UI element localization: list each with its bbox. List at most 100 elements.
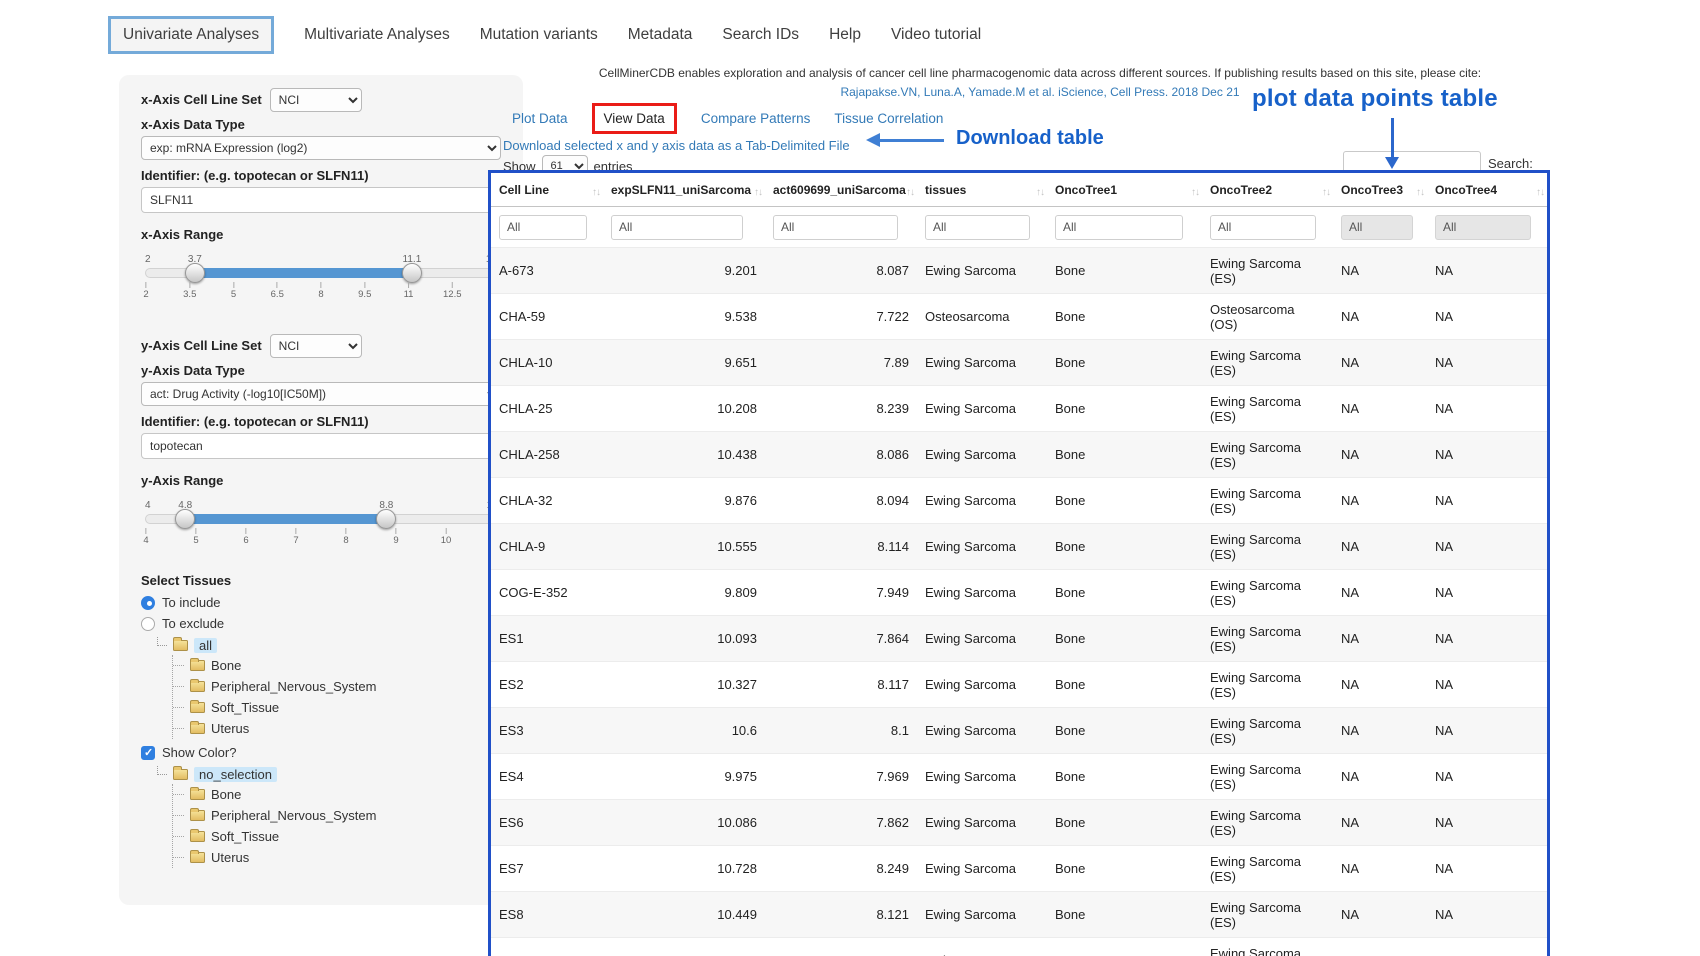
column-filter-oncotree1[interactable]: [1055, 215, 1183, 240]
nav-tab-univariate-analyses[interactable]: Univariate Analyses: [108, 16, 274, 54]
column-label: expSLFN11_uniSarcoma: [611, 183, 751, 197]
cell-tissues: Ewing Sarcoma: [917, 892, 1047, 938]
tree-node-peripheral-nervous-system[interactable]: Peripheral_Nervous_System: [173, 676, 501, 697]
x-axis-cell-line-set-select[interactable]: NCI: [270, 88, 362, 112]
tree-node-uterus[interactable]: Uterus: [173, 847, 501, 868]
column-filter-oncotree4[interactable]: [1435, 215, 1531, 240]
x-axis-data-type-select[interactable]: exp: mRNA Expression (log2): [141, 136, 501, 160]
cell-act609699-unisarcoma: 8.121: [765, 892, 917, 938]
table-row-ew8[interactable]: EW89.6778.082Ewing SarcomaBoneEwing Sarc…: [491, 938, 1547, 956]
column-filter-cell-line[interactable]: [499, 215, 587, 240]
column-header-oncotree4[interactable]: OncoTree4↑↓: [1427, 173, 1547, 207]
table-row-es2[interactable]: ES210.3278.117Ewing SarcomaBoneEwing Sar…: [491, 662, 1547, 708]
radio-unselected-icon[interactable]: [141, 617, 155, 631]
table-row-es7[interactable]: ES710.7288.249Ewing SarcomaBoneEwing Sar…: [491, 846, 1547, 892]
sort-icon[interactable]: ↑↓: [592, 185, 600, 200]
cell-tissues: Ewing Sarcoma: [917, 432, 1047, 478]
cell-tissues: Ewing Sarcoma: [917, 478, 1047, 524]
table-row-es8[interactable]: ES810.4498.121Ewing SarcomaBoneEwing Sar…: [491, 892, 1547, 938]
column-header-cell-line[interactable]: Cell Line↑↓: [491, 173, 603, 207]
column-header-act609699-unisarcoma[interactable]: act609699_uniSarcoma↑↓: [765, 173, 917, 207]
tree-node-no-selection[interactable]: no_selection: [157, 764, 501, 784]
cell-oncotree2: Ewing Sarcoma (ES): [1202, 248, 1333, 294]
column-header-tissues[interactable]: tissues↑↓: [917, 173, 1047, 207]
tree-node-soft-tissue[interactable]: Soft_Tissue: [173, 697, 501, 718]
nav-tab-search-ids[interactable]: Search IDs: [722, 26, 799, 44]
cell-oncotree1: Bone: [1047, 892, 1202, 938]
tree-node-peripheral-nervous-system[interactable]: Peripheral_Nervous_System: [173, 805, 501, 826]
tab-compare-patterns[interactable]: Compare Patterns: [701, 111, 811, 126]
column-filter-tissues[interactable]: [925, 215, 1030, 240]
nav-tab-mutation-variants[interactable]: Mutation variants: [480, 26, 598, 44]
column-header-oncotree2[interactable]: OncoTree2↑↓: [1202, 173, 1333, 207]
tab-plot-data[interactable]: Plot Data: [512, 111, 568, 126]
nav-tab-help[interactable]: Help: [829, 26, 861, 44]
slider-handle-high[interactable]: [376, 509, 396, 529]
cell-oncotree3: NA: [1333, 478, 1427, 524]
x-axis-identifier-input[interactable]: [141, 187, 501, 213]
cell-act609699-unisarcoma: 8.087: [765, 248, 917, 294]
sort-icon[interactable]: ↑↓: [1416, 185, 1424, 200]
tree-node-soft-tissue[interactable]: Soft_Tissue: [173, 826, 501, 847]
tab-tissue-correlation[interactable]: Tissue Correlation: [834, 111, 943, 126]
table-filter-row: [491, 207, 1547, 248]
column-header-oncotree1[interactable]: OncoTree1↑↓: [1047, 173, 1202, 207]
table-row-a-673[interactable]: A-6739.2018.087Ewing SarcomaBoneEwing Sa…: [491, 248, 1547, 294]
sort-icon[interactable]: ↑↓: [1322, 185, 1330, 200]
sort-icon[interactable]: ↑↓: [754, 185, 762, 200]
table-row-chla-10[interactable]: CHLA-109.6517.89Ewing SarcomaBoneEwing S…: [491, 340, 1547, 386]
sort-icon[interactable]: ↑↓: [906, 185, 914, 200]
tree-connector: [173, 707, 184, 708]
sort-icon[interactable]: ↑↓: [1036, 185, 1044, 200]
nav-tab-metadata[interactable]: Metadata: [628, 26, 693, 44]
tree-node-all[interactable]: all: [157, 635, 501, 655]
column-filter-oncotree2[interactable]: [1210, 215, 1316, 240]
sort-icon[interactable]: ↑↓: [1536, 185, 1544, 200]
tissues-include-option[interactable]: To include: [141, 595, 501, 610]
slider-handle-low[interactable]: [185, 263, 205, 283]
cell-expslfn11-unisarcoma: 10.327: [603, 662, 765, 708]
column-header-expslfn11-unisarcoma[interactable]: expSLFN11_uniSarcoma↑↓: [603, 173, 765, 207]
table-row-es1[interactable]: ES110.0937.864Ewing SarcomaBoneEwing Sar…: [491, 616, 1547, 662]
nav-tab-multivariate-analyses[interactable]: Multivariate Analyses: [304, 26, 450, 44]
slider-handle-low[interactable]: [175, 509, 195, 529]
checkbox-checked-icon[interactable]: [141, 746, 155, 760]
nav-tab-video-tutorial[interactable]: Video tutorial: [891, 26, 981, 44]
tree-node-bone[interactable]: Bone: [173, 655, 501, 676]
table-row-es4[interactable]: ES49.9757.969Ewing SarcomaBoneEwing Sarc…: [491, 754, 1547, 800]
y-axis-identifier-input[interactable]: [141, 433, 501, 459]
table-row-chla-25[interactable]: CHLA-2510.2088.239Ewing SarcomaBoneEwing…: [491, 386, 1547, 432]
slider-tick-grid: 23.556.589.51112.514: [146, 282, 496, 304]
cell-act609699-unisarcoma: 8.239: [765, 386, 917, 432]
tree-node-uterus[interactable]: Uterus: [173, 718, 501, 739]
tree-node-label[interactable]: all: [194, 638, 217, 653]
table-row-es3[interactable]: ES310.68.1Ewing SarcomaBoneEwing Sarcoma…: [491, 708, 1547, 754]
table-row-chla-32[interactable]: CHLA-329.8768.094Ewing SarcomaBoneEwing …: [491, 478, 1547, 524]
download-data-link[interactable]: Download selected x and y axis data as a…: [503, 138, 850, 153]
y-axis-data-type-select[interactable]: act: Drug Activity (-log10[IC50M]): [141, 382, 501, 406]
table-row-chla-9[interactable]: CHLA-910.5558.114Ewing SarcomaBoneEwing …: [491, 524, 1547, 570]
citation-text: CellMinerCDB enables exploration and ana…: [500, 66, 1580, 80]
sort-icon[interactable]: ↑↓: [1191, 185, 1199, 200]
table-row-cha-59[interactable]: CHA-599.5387.722OsteosarcomaBoneOsteosar…: [491, 294, 1547, 340]
filter-cell: [1047, 207, 1202, 248]
cell-oncotree4: NA: [1427, 662, 1547, 708]
y-axis-cell-line-set-select[interactable]: NCI: [270, 334, 362, 358]
show-color-option[interactable]: Show Color?: [141, 745, 501, 760]
cell-oncotree3: NA: [1333, 386, 1427, 432]
tree-node-bone[interactable]: Bone: [173, 784, 501, 805]
column-filter-oncotree3[interactable]: [1341, 215, 1413, 240]
column-filter-expslfn11-unisarcoma[interactable]: [611, 215, 743, 240]
tree-node-label[interactable]: no_selection: [194, 767, 277, 782]
radio-selected-icon[interactable]: [141, 596, 155, 610]
tab-view-data[interactable]: View Data: [604, 111, 665, 126]
slider-handle-high[interactable]: [402, 263, 422, 283]
table-row-cog-e-352[interactable]: COG-E-3529.8097.949Ewing SarcomaBoneEwin…: [491, 570, 1547, 616]
y-axis-cell-line-set-row: y-Axis Cell Line Set NCI: [141, 333, 501, 358]
table-row-chla-258[interactable]: CHLA-25810.4388.086Ewing SarcomaBoneEwin…: [491, 432, 1547, 478]
column-header-oncotree3[interactable]: OncoTree3↑↓: [1333, 173, 1427, 207]
table-row-es6[interactable]: ES610.0867.862Ewing SarcomaBoneEwing Sar…: [491, 800, 1547, 846]
tree-node-label: Soft_Tissue: [211, 700, 279, 715]
column-filter-act609699-unisarcoma[interactable]: [773, 215, 898, 240]
tissues-exclude-option[interactable]: To exclude: [141, 616, 501, 631]
